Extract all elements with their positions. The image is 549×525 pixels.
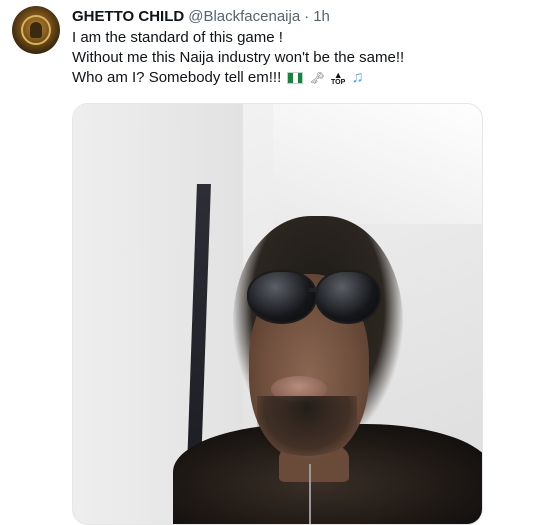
tweet-header: GHETTO CHILD @Blackfacenaija · 1h (72, 6, 330, 26)
photo-beard (257, 396, 357, 456)
author-name[interactable]: GHETTO CHILD (72, 8, 184, 25)
top-arrow-glyph: ▲ (333, 69, 343, 80)
nigeria-flag-icon (287, 72, 304, 85)
sunglasses-left-lens (247, 270, 317, 324)
author-handle[interactable]: @Blackfacenaija (188, 8, 300, 25)
sunglasses-right-lens (315, 270, 381, 324)
tweet-text: I am the standard of this game ! Without… (72, 28, 532, 88)
photo-chain (309, 464, 311, 524)
avatar-figure (30, 22, 42, 38)
key-icon: 🗝 (309, 71, 325, 86)
top-arrow-icon: ▲ TOP (331, 69, 346, 86)
photo-ceiling (273, 104, 482, 224)
top-arrow-label: TOP (331, 78, 346, 86)
sunglasses-bridge (309, 288, 319, 292)
tweet-line-1: I am the standard of this game ! (72, 29, 283, 46)
musical-note-icon: ♫ (351, 69, 364, 87)
avatar[interactable] (12, 6, 60, 54)
separator-dot: · (304, 7, 310, 25)
timestamp[interactable]: 1h (313, 8, 330, 25)
tweet-media-photo[interactable] (72, 103, 483, 525)
tweet-line-3-container: Who am I? Somebody tell em!!! 🗝 ▲ TOP ♫ (72, 68, 532, 88)
tweet[interactable]: GHETTO CHILD @Blackfacenaija · 1h I am t… (0, 0, 549, 525)
tweet-line-2: Without me this Naija industry won't be … (72, 49, 405, 66)
tweet-line-3: Who am I? Somebody tell em!!! (72, 69, 282, 86)
